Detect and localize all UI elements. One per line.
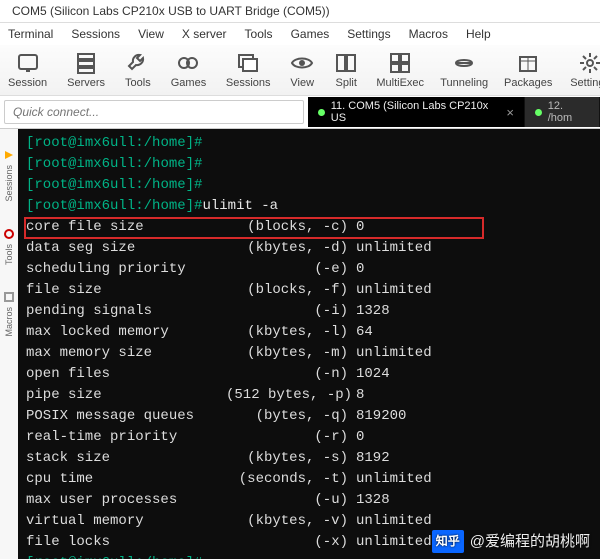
window-title: COM5 (Silicon Labs CP210x USB to UART Br… <box>12 4 330 18</box>
watermark: 知乎 @爱编程的胡桃啊 <box>432 530 590 553</box>
menu-games[interactable]: Games <box>291 27 330 41</box>
split-icon <box>334 51 358 75</box>
menu-help[interactable]: Help <box>466 27 491 41</box>
terminal-line: cpu time(seconds, -t) unlimited <box>26 469 592 490</box>
multiexec-icon <box>388 51 412 75</box>
terminal-line: max locked memory(kbytes, -l) 64 <box>26 322 592 343</box>
menu-macros[interactable]: Macros <box>409 27 448 41</box>
tab-11[interactable]: 11. COM5 (Silicon Labs CP210x US× <box>308 97 525 127</box>
terminal-line: POSIX message queues(bytes, -q) 819200 <box>26 406 592 427</box>
terminal-line: [root@imx6ull:/home]# <box>26 154 592 175</box>
tab-12[interactable]: 12. /hom <box>525 97 600 127</box>
status-dot-icon <box>318 109 325 116</box>
terminal-line: pending signals(-i) 1328 <box>26 301 592 322</box>
quick-connect-input[interactable] <box>4 100 304 124</box>
tool-packages[interactable]: Packages <box>506 51 550 89</box>
terminal-line: virtual memory(kbytes, -v) unlimited <box>26 511 592 532</box>
quickbar: 11. COM5 (Silicon Labs CP210x US×12. /ho… <box>0 96 600 129</box>
workspace: Sessions Tools Macros [root@imx6ull:/home]… <box>0 129 600 559</box>
tools-icon <box>126 51 150 75</box>
tool-sessions[interactable]: Sessions <box>226 51 270 89</box>
terminal-line: max memory size(kbytes, -m) unlimited <box>26 343 592 364</box>
terminal-line: file size(blocks, -f) unlimited <box>26 280 592 301</box>
tool-games[interactable]: Games <box>171 51 206 89</box>
watermark-text: @爱编程的胡桃啊 <box>470 531 590 552</box>
tool-split[interactable]: Split <box>334 51 358 89</box>
tool-session[interactable]: Session <box>8 51 47 89</box>
close-icon[interactable]: × <box>506 105 514 120</box>
terminal-line: max user processes(-u) 1328 <box>26 490 592 511</box>
tool-view[interactable]: View <box>290 51 314 89</box>
tool-settings[interactable]: Settings <box>570 51 600 89</box>
toolbar: Session Servers Tools Games Sessions View Spli… <box>0 45 600 96</box>
servers-icon <box>74 51 98 75</box>
terminal-line: stack size(kbytes, -s) 8192 <box>26 448 592 469</box>
sessions-icon <box>236 51 260 75</box>
sidebar-macros[interactable]: Macros <box>3 291 15 337</box>
menu-sessions[interactable]: Sessions <box>71 27 120 41</box>
terminal-line: [root@imx6ull:/home]# ulimit -a <box>26 196 592 217</box>
tool-tools[interactable]: Tools <box>125 51 151 89</box>
terminal-line: scheduling priority(-e) 0 <box>26 259 592 280</box>
terminal-line: data seg size(kbytes, -d) unlimited <box>26 238 592 259</box>
settings-icon <box>578 51 600 75</box>
menu-terminal[interactable]: Terminal <box>8 27 53 41</box>
titlebar: COM5 (Silicon Labs CP210x USB to UART Br… <box>0 0 600 23</box>
status-dot-icon <box>535 109 542 116</box>
macros-icon <box>3 291 15 303</box>
tool-servers[interactable]: Servers <box>67 51 105 89</box>
zhihu-logo: 知乎 <box>432 530 464 553</box>
sessions-icon <box>3 149 15 161</box>
tool-tunneling[interactable]: Tunneling <box>442 51 486 89</box>
sidebar: Sessions Tools Macros <box>0 129 18 559</box>
session-tabs: 11. COM5 (Silicon Labs CP210x US×12. /ho… <box>308 97 600 127</box>
terminal-line: real-time priority(-r) 0 <box>26 427 592 448</box>
session-icon <box>16 51 40 75</box>
menu-tools[interactable]: Tools <box>245 27 273 41</box>
terminal-line: [root@imx6ull:/home]# <box>26 175 592 196</box>
tunneling-icon <box>452 51 476 75</box>
tool-multiexec[interactable]: MultiExec <box>378 51 422 89</box>
packages-icon <box>516 51 540 75</box>
terminal-line: open files(-n) 1024 <box>26 364 592 385</box>
sidebar-tools[interactable]: Tools <box>3 228 15 265</box>
menu-x-server[interactable]: X server <box>182 27 227 41</box>
sidebar-sessions[interactable]: Sessions <box>3 149 15 202</box>
menu-settings[interactable]: Settings <box>347 27 390 41</box>
menu-view[interactable]: View <box>138 27 164 41</box>
terminal-line: pipe size(512 bytes, -p) 8 <box>26 385 592 406</box>
terminal-line: [root@imx6ull:/home]# <box>26 133 592 154</box>
menubar[interactable]: Terminal Sessions View X server Tools Games Se… <box>0 23 600 45</box>
terminal[interactable]: [root@imx6ull:/home]#[root@imx6ull:/home… <box>18 129 600 559</box>
view-icon <box>290 51 314 75</box>
terminal-line: core file size(blocks, -c) 0 <box>26 217 592 238</box>
tools-icon <box>3 228 15 240</box>
games-icon <box>176 51 200 75</box>
